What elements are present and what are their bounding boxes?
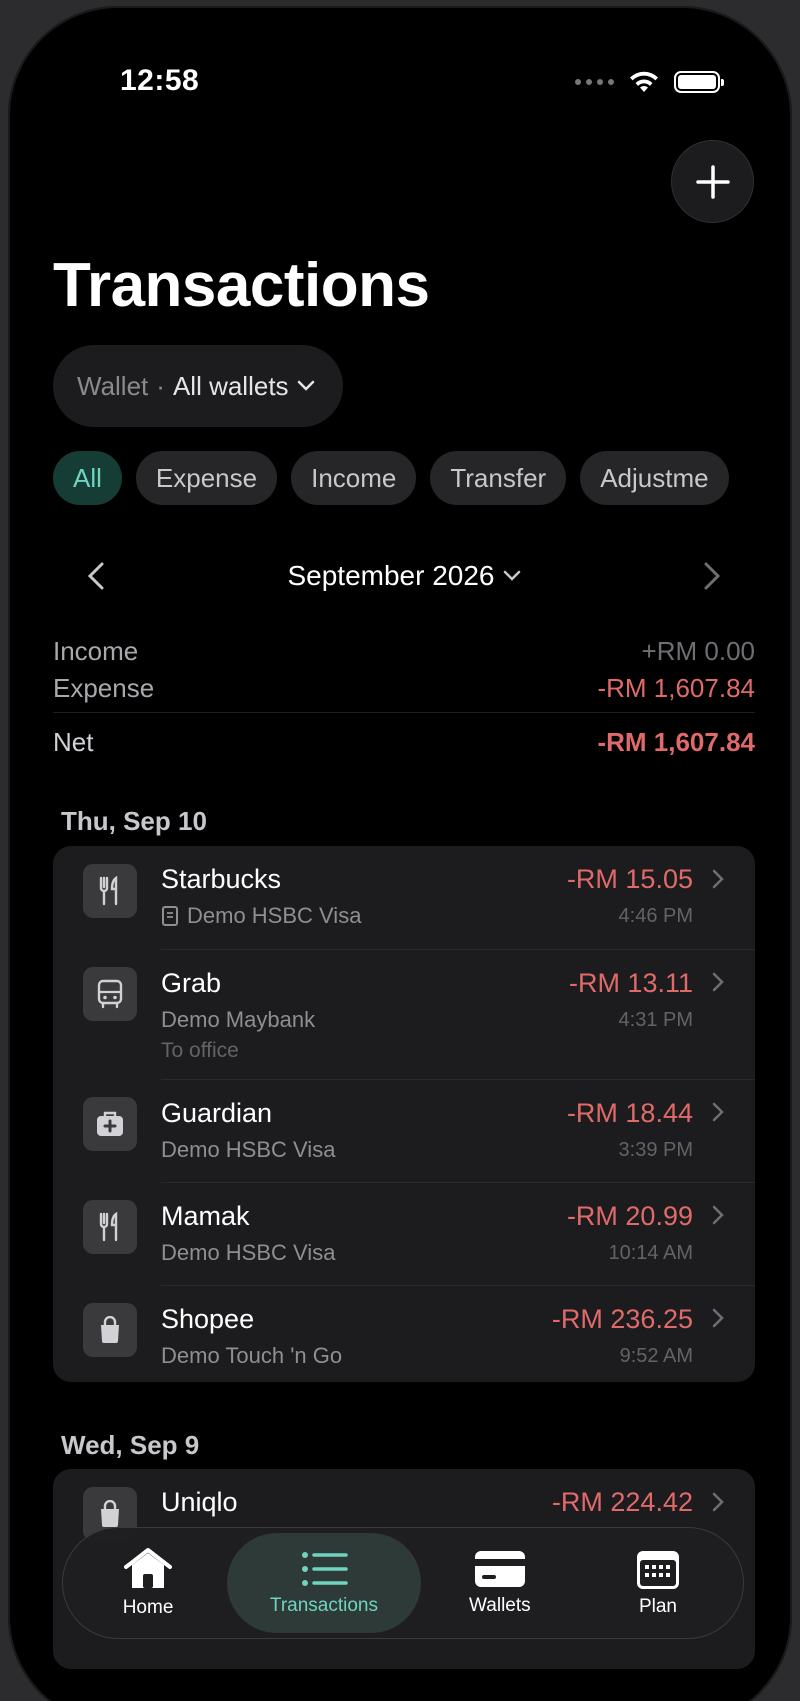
house-icon	[124, 1548, 173, 1588]
medical-bag-icon	[83, 1097, 137, 1151]
tab-plan[interactable]: Plan	[579, 1533, 737, 1633]
month-navigator: September 2026	[53, 551, 755, 601]
summary-expense-row: Expense -RM 1,607.84	[53, 671, 755, 713]
chevron-right-icon[interactable]	[691, 556, 731, 596]
month-summary: Income +RM 0.00 Expense -RM 1,607.84 Net…	[53, 631, 755, 765]
transaction-note: To office	[161, 1039, 239, 1062]
status-icons	[575, 70, 724, 94]
wallet-filter-value: All wallets	[172, 370, 289, 401]
transaction-name: Uniqlo	[161, 1487, 238, 1517]
chevron-right-icon	[712, 1102, 724, 1122]
chevron-right-icon	[712, 1308, 724, 1328]
shopping-bag-icon	[83, 1303, 137, 1357]
fork-knife-icon	[83, 1200, 137, 1254]
chevron-right-icon	[712, 1205, 724, 1225]
transaction-time: 4:31 PM	[618, 1009, 693, 1031]
filter-chip-adjustment[interactable]: Adjustme	[580, 451, 729, 505]
page-title: Transactions	[53, 251, 430, 320]
filter-chip-transfer[interactable]: Transfer	[430, 451, 567, 505]
summary-net-row: Net -RM 1,607.84	[53, 713, 755, 765]
month-label: September 2026	[287, 560, 495, 591]
list-icon	[301, 1552, 348, 1586]
tab-transactions[interactable]: Transactions	[227, 1533, 421, 1633]
cellular-icon	[575, 79, 614, 85]
chevron-right-icon	[712, 1492, 724, 1512]
transaction-amount: -RM 236.25	[551, 1304, 693, 1334]
chevron-down-icon	[297, 380, 314, 391]
transaction-row[interactable]: Mamak Demo HSBC Visa -RM 20.99 10:14 AM	[53, 1182, 755, 1285]
transaction-time: 9:52 AM	[619, 1345, 693, 1367]
battery-icon	[674, 71, 724, 93]
transaction-name: Mamak	[161, 1201, 250, 1231]
transaction-row[interactable]: Grab Demo Maybank To office -RM 13.11 4:…	[53, 949, 755, 1079]
transaction-name: Guardian	[161, 1098, 273, 1128]
transaction-wallet: Demo Touch 'n Go	[161, 1343, 343, 1368]
filter-chip-income[interactable]: Income	[291, 451, 417, 505]
transaction-name: Shopee	[161, 1304, 255, 1334]
transaction-card: Starbucks Demo HSBC Visa -RM 15.05 4:46 …	[53, 846, 755, 1382]
transaction-amount: -RM 13.11	[568, 968, 693, 998]
filter-chip-expense[interactable]: Expense	[135, 451, 278, 505]
summary-expense-value: -RM 1,607.84	[597, 673, 755, 703]
phone-screen: 12:58 Transactions Wallet · All wallets …	[8, 6, 792, 1701]
tab-home-label: Home	[122, 1597, 174, 1618]
fork-knife-icon	[83, 864, 137, 918]
summary-income-value: +RM 0.00	[641, 635, 755, 666]
summary-income-label: Income	[53, 635, 139, 666]
transaction-amount: -RM 15.05	[566, 864, 693, 894]
date-header: Wed, Sep 9	[61, 1430, 200, 1460]
transaction-wallet: Demo HSBC Visa	[161, 1240, 336, 1265]
tab-home[interactable]: Home	[69, 1533, 227, 1633]
transaction-time: 4:46 PM	[618, 905, 693, 927]
wifi-icon	[630, 71, 658, 92]
transaction-row[interactable]: Guardian Demo HSBC Visa -RM 18.44 3:39 P…	[53, 1079, 755, 1182]
date-header: Thu, Sep 10	[61, 806, 207, 836]
chevron-right-icon	[712, 869, 724, 889]
bus-icon	[83, 967, 137, 1021]
receipt-icon	[162, 906, 178, 926]
transaction-row[interactable]: Shopee Demo Touch 'n Go -RM 236.25 9:52 …	[53, 1285, 755, 1382]
tab-wallets[interactable]: Wallets	[421, 1533, 579, 1633]
status-time: 12:58	[120, 64, 200, 97]
add-transaction-button[interactable]	[671, 140, 754, 223]
tab-wallets-label: Wallets	[469, 1595, 531, 1616]
filter-chip-all[interactable]: All	[53, 451, 122, 505]
chevron-left-icon[interactable]	[77, 556, 117, 596]
wallet-filter-label: Wallet	[77, 370, 149, 401]
summary-expense-label: Expense	[53, 673, 155, 703]
tab-bar: Home Transactions Wallets Plan	[62, 1527, 744, 1639]
tab-plan-label: Plan	[638, 1596, 677, 1617]
transaction-time: 10:14 AM	[608, 1242, 693, 1264]
plus-icon	[695, 164, 730, 199]
month-selector[interactable]: September 2026	[287, 560, 520, 592]
tab-transactions-label: Transactions	[269, 1595, 378, 1616]
transaction-wallet: Demo HSBC Visa	[187, 903, 362, 928]
transaction-amount: -RM 18.44	[566, 1098, 693, 1128]
transaction-wallet: Demo HSBC Visa	[161, 1137, 336, 1162]
transaction-row[interactable]: Starbucks Demo HSBC Visa -RM 15.05 4:46 …	[53, 846, 755, 949]
wallet-filter-button[interactable]: Wallet · All wallets	[53, 345, 343, 427]
summary-net-label: Net	[53, 726, 94, 757]
type-filter-chips: All Expense Income Transfer Adjustme	[53, 451, 755, 505]
wallet-filter-separator: ·	[156, 370, 165, 401]
summary-income-row: Income +RM 0.00	[53, 631, 755, 671]
transaction-name: Grab	[161, 968, 222, 998]
summary-net-value: -RM 1,607.84	[597, 726, 755, 757]
chevron-right-icon	[712, 972, 724, 992]
card-icon	[474, 1551, 525, 1587]
transaction-wallet: Demo Maybank	[161, 1007, 316, 1032]
transaction-amount: -RM 20.99	[566, 1201, 693, 1231]
transaction-name: Starbucks	[161, 864, 282, 894]
transaction-time: 3:39 PM	[618, 1139, 693, 1161]
transaction-amount: -RM 224.42	[551, 1487, 693, 1517]
chevron-down-icon	[503, 570, 520, 581]
calendar-icon	[636, 1551, 679, 1589]
